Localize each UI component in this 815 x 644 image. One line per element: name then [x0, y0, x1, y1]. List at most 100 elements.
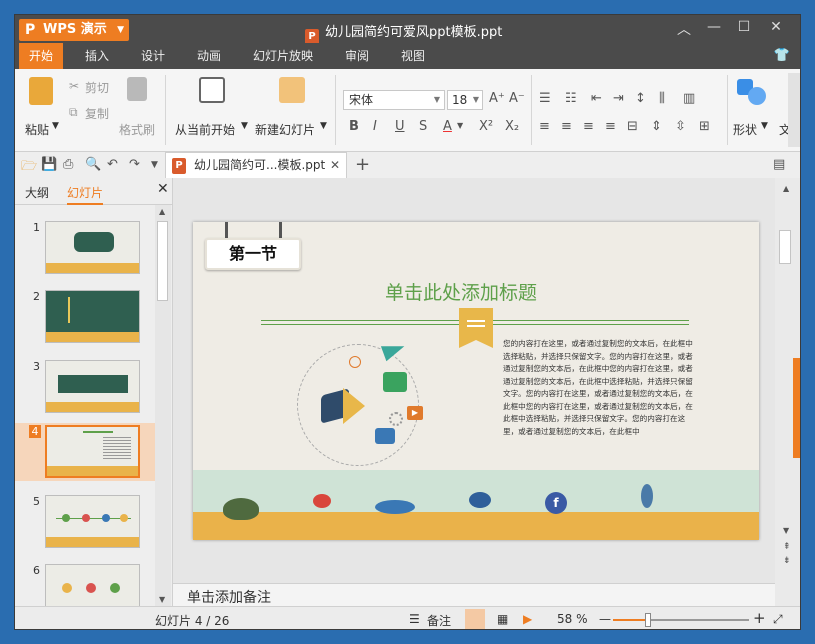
text-direction-icon[interactable]: ⫼: [659, 91, 665, 106]
copy-button[interactable]: 复制: [85, 105, 109, 122]
numbered-list-icon[interactable]: ☷: [565, 91, 577, 106]
justify-icon[interactable]: ≡: [605, 119, 616, 134]
slide-thumbnail-selected[interactable]: 4: [15, 423, 155, 481]
ribbon-scroll-right[interactable]: [788, 73, 800, 147]
zoom-out-icon[interactable]: —: [599, 612, 611, 626]
new-slide-icon[interactable]: [279, 77, 305, 103]
font-color-icon[interactable]: A: [443, 119, 452, 134]
sorter-view-icon[interactable]: ▦: [497, 612, 508, 626]
paste-button[interactable]: 粘贴: [25, 121, 49, 138]
increase-indent-icon[interactable]: ⇥: [613, 91, 624, 106]
slide-thumbnail[interactable]: 3: [15, 358, 155, 416]
slide-thumbnail[interactable]: 2: [15, 288, 155, 346]
scroll-down-icon[interactable]: ▼: [159, 595, 165, 604]
tab-outline[interactable]: 大纲: [25, 184, 49, 201]
bold-icon[interactable]: B: [349, 119, 359, 134]
scrollbar-thumb[interactable]: [779, 230, 791, 264]
scroll-up-icon[interactable]: ▲: [159, 207, 165, 216]
new-slide-button[interactable]: 新建幻灯片: [255, 121, 315, 138]
format-painter-button[interactable]: 格式刷: [119, 121, 155, 138]
shapes-arrow-icon[interactable]: ▼: [761, 121, 768, 131]
ribbon-collapse-icon[interactable]: ︿: [671, 19, 697, 39]
close-panel-icon[interactable]: ✕: [157, 181, 169, 197]
slide-body-text[interactable]: 您的内容打在这里，或者通过复制您的文本后，在此框中选择粘贴，并选择只保留文字。您…: [503, 338, 693, 468]
zoom-level[interactable]: 58 %: [557, 612, 588, 626]
bullet-list-icon[interactable]: ☰: [539, 91, 551, 106]
close-icon[interactable]: ✕: [763, 19, 789, 35]
tab-slideshow[interactable]: 幻灯片放映: [243, 43, 323, 69]
copy-icon[interactable]: ⧉: [69, 105, 78, 120]
align-center-icon[interactable]: ≡: [561, 119, 572, 134]
editor-scrollbar[interactable]: ▲ ▼ ⇞ ⇟: [775, 178, 800, 606]
notes-pane[interactable]: 单击添加备注: [173, 583, 775, 607]
subscript-icon[interactable]: X₂: [505, 119, 519, 134]
decrease-indent-icon[interactable]: ⇤: [591, 91, 602, 106]
line-spacing-icon[interactable]: ↕: [635, 91, 646, 106]
tab-list-icon[interactable]: ▤: [773, 157, 785, 172]
paste-icon[interactable]: [29, 77, 53, 105]
cut-icon[interactable]: ✂: [69, 79, 79, 93]
font-size-select[interactable]: 18 ▼: [447, 90, 483, 110]
paragraph-spacing-icon[interactable]: ⇕: [651, 119, 662, 134]
notes-toggle-icon[interactable]: ☰: [409, 612, 420, 626]
italic-icon[interactable]: I: [373, 119, 377, 134]
paste-arrow-icon[interactable]: ▼: [52, 121, 59, 131]
play-icon[interactable]: [199, 77, 225, 103]
document-tab[interactable]: P 幼儿园简约可...模板.ppt ✕: [165, 152, 347, 178]
cut-button[interactable]: 剪切: [85, 79, 109, 96]
customize-toolbar-icon[interactable]: ▼: [151, 160, 158, 170]
tab-slides[interactable]: 幻灯片: [67, 184, 104, 205]
new-slide-arrow-icon[interactable]: ▼: [320, 121, 327, 131]
print-preview-icon[interactable]: 🔍: [85, 157, 101, 172]
shapes-circle-icon[interactable]: [748, 87, 766, 105]
section-label[interactable]: 第一节: [205, 238, 301, 270]
next-slide-icon[interactable]: ⇟: [783, 556, 791, 566]
spacing-after-icon[interactable]: ⇳: [675, 119, 686, 134]
tab-review[interactable]: 审阅: [335, 43, 379, 69]
slideshow-view-icon[interactable]: ▶: [523, 612, 532, 626]
grow-font-icon[interactable]: A⁺: [489, 91, 505, 106]
scroll-up-icon[interactable]: ▲: [783, 184, 789, 193]
slide-thumbnail[interactable]: 1: [15, 219, 155, 277]
scrollbar-thumb[interactable]: [157, 221, 168, 301]
minimize-icon[interactable]: —: [701, 19, 727, 35]
tab-view[interactable]: 视图: [391, 43, 435, 69]
previous-slide-icon[interactable]: ⇞: [783, 542, 791, 552]
skin-icon[interactable]: 👕: [774, 48, 790, 63]
shadow-icon[interactable]: S: [419, 119, 427, 134]
shapes-button[interactable]: 形状: [733, 121, 757, 138]
superscript-icon[interactable]: X²: [479, 119, 493, 134]
slide-canvas[interactable]: 第一节 单击此处添加标题 ▶ 您的内容打在这里，或者通过复制您的文本后，在此框中…: [193, 222, 759, 540]
font-name-select[interactable]: 宋体 ▼: [343, 90, 445, 110]
underline-icon[interactable]: U: [395, 119, 405, 134]
distribute-icon[interactable]: ⊟: [627, 119, 638, 134]
columns-icon[interactable]: ▥: [683, 91, 695, 106]
slide-title[interactable]: 单击此处添加标题: [385, 278, 537, 305]
zoom-slider[interactable]: [613, 613, 749, 627]
maximize-icon[interactable]: ☐: [731, 19, 757, 35]
align-right-icon[interactable]: ≡: [583, 119, 594, 134]
tab-design[interactable]: 设计: [131, 43, 175, 69]
tab-animation[interactable]: 动画: [187, 43, 231, 69]
zoom-in-icon[interactable]: +: [753, 609, 766, 627]
new-tab-icon[interactable]: +: [355, 154, 370, 175]
redo-icon[interactable]: ↷: [129, 157, 140, 172]
play-arrow-icon[interactable]: ▼: [241, 121, 248, 131]
print-icon[interactable]: ⎙: [63, 157, 73, 172]
side-panel-toggle[interactable]: [793, 358, 800, 458]
undo-icon[interactable]: ↶: [107, 157, 118, 172]
thumbnail-scrollbar[interactable]: ▲ ▼: [155, 205, 171, 606]
play-from-current-button[interactable]: 从当前开始: [175, 121, 235, 138]
text-align-vertical-icon[interactable]: ⊞: [699, 119, 710, 134]
close-tab-icon[interactable]: ✕: [330, 153, 340, 177]
open-folder-icon[interactable]: 🗁: [21, 157, 37, 179]
tab-home[interactable]: 开始: [19, 43, 64, 69]
notes-toggle-button[interactable]: 备注: [427, 612, 451, 629]
save-icon[interactable]: 💾: [41, 157, 57, 172]
scroll-down-icon[interactable]: ▼: [783, 526, 789, 535]
fit-window-icon[interactable]: ⤢: [773, 612, 783, 627]
zoom-slider-thumb[interactable]: [645, 613, 651, 627]
align-left-icon[interactable]: ≡: [539, 119, 550, 134]
chevron-down-icon[interactable]: ▼: [457, 121, 463, 130]
tab-insert[interactable]: 插入: [75, 43, 119, 69]
